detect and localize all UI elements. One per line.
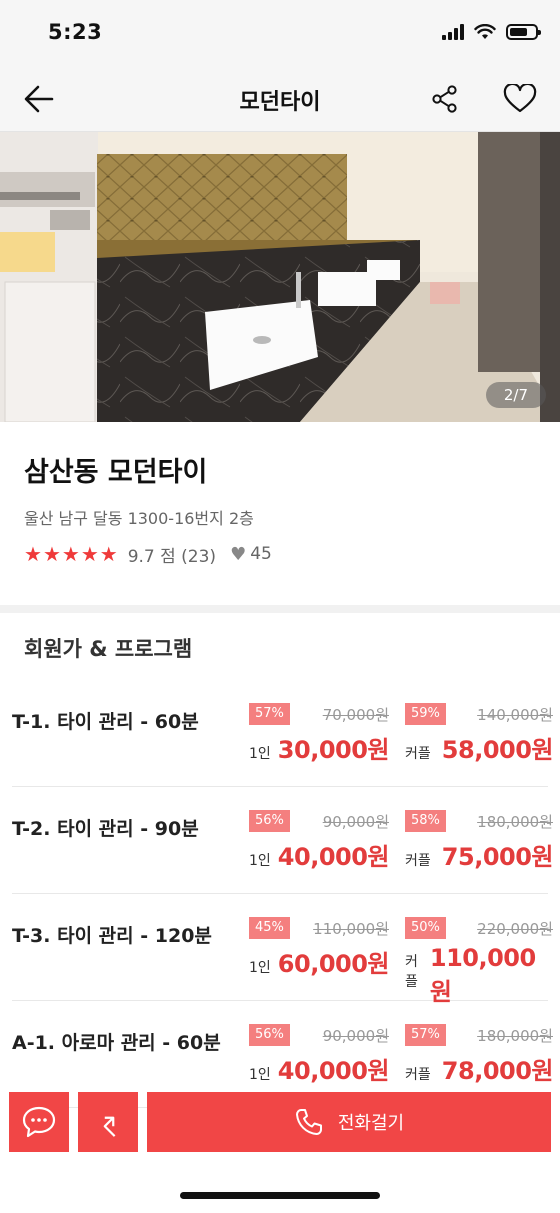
star-icon: ★: [99, 542, 118, 566]
section-divider: [0, 605, 560, 613]
program-row[interactable]: T-1. 타이 관리 - 60분 57% 70,000원 1인 30,000원 …: [12, 680, 554, 787]
price-unit: 커플: [405, 746, 431, 762]
sale-price: 58,000원: [441, 736, 554, 764]
original-price: 90,000원: [322, 1026, 389, 1045]
original-price: 220,000원: [477, 919, 553, 938]
original-price: 70,000원: [322, 705, 389, 724]
favorite-button[interactable]: [503, 82, 537, 114]
phone-icon: [295, 1109, 322, 1135]
program-list: T-1. 타이 관리 - 60분 57% 70,000원 1인 30,000원 …: [0, 680, 560, 1108]
discount-badge: 50%: [405, 917, 446, 939]
discount-badge: 59%: [405, 703, 446, 725]
chat-button[interactable]: [9, 1092, 69, 1152]
signal-icon: [442, 24, 464, 40]
discount-badge: 57%: [405, 1024, 446, 1046]
price-unit: 1인: [249, 853, 271, 869]
program-name: T-1. 타이 관리 - 60분: [12, 711, 199, 733]
star-rating: ★ ★ ★ ★ ★: [24, 544, 118, 564]
status-icons: [442, 24, 541, 40]
star-icon: ★: [61, 542, 80, 566]
heart-icon: ♥: [230, 543, 247, 565]
bottom-action-bar: 전화걸기: [0, 1092, 560, 1154]
share-route-button[interactable]: [78, 1092, 138, 1152]
price-unit: 1인: [249, 1067, 271, 1083]
rating-score: 9.7 점 (23): [127, 546, 217, 567]
sale-price: 40,000원: [277, 843, 390, 871]
heart-icon: [503, 82, 537, 113]
sale-price: 40,000원: [277, 1057, 390, 1085]
original-price: 110,000원: [313, 919, 389, 938]
rating-row: ★ ★ ★ ★ ★ 9.7 점 (23) ♥ 45: [24, 542, 272, 567]
price-unit: 커플: [405, 954, 418, 990]
original-price: 140,000원: [477, 705, 553, 724]
status-time: 5:23: [48, 20, 103, 44]
price-unit: 1인: [249, 746, 271, 762]
shop-address: 울산 남구 달동 1300-16번지 2층: [24, 509, 254, 528]
washroom-photo: [0, 132, 560, 422]
couple-price: 57% 180,000원 커플 78,000원: [405, 1023, 554, 1086]
original-price: 180,000원: [477, 812, 553, 831]
single-price: 56% 90,000원 1인 40,000원: [249, 1023, 390, 1086]
like-count-value: 45: [250, 544, 272, 564]
call-button-label: 전화걸기: [337, 1113, 405, 1134]
discount-badge: 57%: [249, 703, 290, 725]
couple-price: 50% 220,000원 커플 110,000원: [405, 916, 553, 1007]
program-name: T-3. 타이 관리 - 120분: [12, 925, 212, 947]
discount-badge: 45%: [249, 917, 290, 939]
price-unit: 커플: [405, 1067, 431, 1083]
chat-bubble-icon: [22, 1106, 56, 1138]
program-row[interactable]: T-2. 타이 관리 - 90분 56% 90,000원 1인 40,000원 …: [12, 787, 554, 894]
discount-badge: 56%: [249, 1024, 290, 1046]
call-button[interactable]: 전화걸기: [147, 1092, 551, 1152]
program-row[interactable]: T-3. 타이 관리 - 120분 45% 110,000원 1인 60,000…: [12, 894, 553, 1006]
original-price: 90,000원: [322, 812, 389, 831]
star-icon: ★: [42, 542, 61, 566]
page-title: 모던타이: [239, 90, 321, 115]
home-indicator: [180, 1192, 380, 1199]
single-price: 57% 70,000원 1인 30,000원: [249, 702, 390, 765]
sale-price: 60,000원: [277, 950, 390, 978]
shop-name: 삼산동 모던타이: [24, 457, 208, 488]
sale-price: 78,000원: [441, 1057, 554, 1085]
share-button[interactable]: [430, 84, 460, 114]
sale-price: 30,000원: [277, 736, 390, 764]
discount-badge: 58%: [405, 810, 446, 832]
price-unit: 커플: [405, 853, 431, 869]
star-icon: ★: [80, 542, 99, 566]
share-icon: [432, 85, 457, 113]
like-count[interactable]: ♥ 45: [230, 544, 272, 565]
couple-price: 59% 140,000원 커플 58,000원: [405, 702, 554, 765]
discount-badge: 56%: [249, 810, 290, 832]
program-name: A-1. 아로마 관리 - 60분: [12, 1032, 221, 1054]
price-unit: 1인: [249, 960, 271, 976]
program-name: T-2. 타이 관리 - 90분: [12, 818, 199, 840]
gallery-counter: 2/7: [485, 382, 546, 408]
single-price: 56% 90,000원 1인 40,000원: [249, 809, 390, 872]
share-arrow-icon: [103, 1116, 116, 1137]
wifi-icon: [474, 24, 496, 39]
sale-price: 75,000원: [441, 843, 554, 871]
section-title: 회원가 & 프로그램: [24, 637, 193, 661]
battery-icon: [506, 24, 541, 40]
sale-price: 110,000원: [429, 944, 536, 1006]
original-price: 180,000원: [477, 1026, 553, 1045]
couple-price: 58% 180,000원 커플 75,000원: [405, 809, 554, 872]
hero-image[interactable]: 2/7: [0, 132, 560, 422]
star-icon: ★: [24, 542, 42, 566]
app-header: 모던타이: [0, 64, 560, 132]
single-price: 45% 110,000원 1인 60,000원: [249, 916, 390, 979]
status-bar: 5:23: [0, 0, 560, 64]
